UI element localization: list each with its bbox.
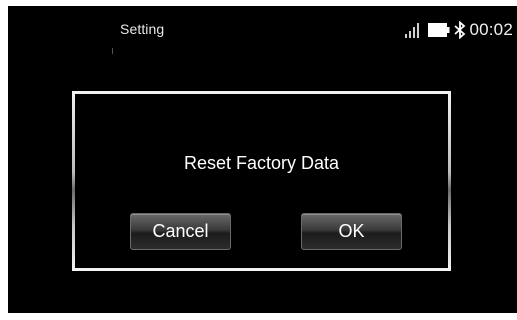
battery-icon [428,23,450,37]
signal-icon [405,23,420,38]
screen-title: Setting [120,21,165,37]
reset-dialog: Reset Factory Data Cancel OK [72,91,451,271]
divider [112,48,113,54]
screen: Setting 00:02 Reset Factory Data Cancel … [8,6,517,313]
status-bar: Setting 00:02 [8,6,517,54]
status-indicators: 00:02 [404,19,513,41]
dialog-message: Reset Factory Data [183,153,340,173]
cancel-button[interactable]: Cancel [130,213,231,250]
bluetooth-icon [454,21,466,39]
ok-button[interactable]: OK [301,213,402,250]
clock: 00:02 [469,20,513,39]
